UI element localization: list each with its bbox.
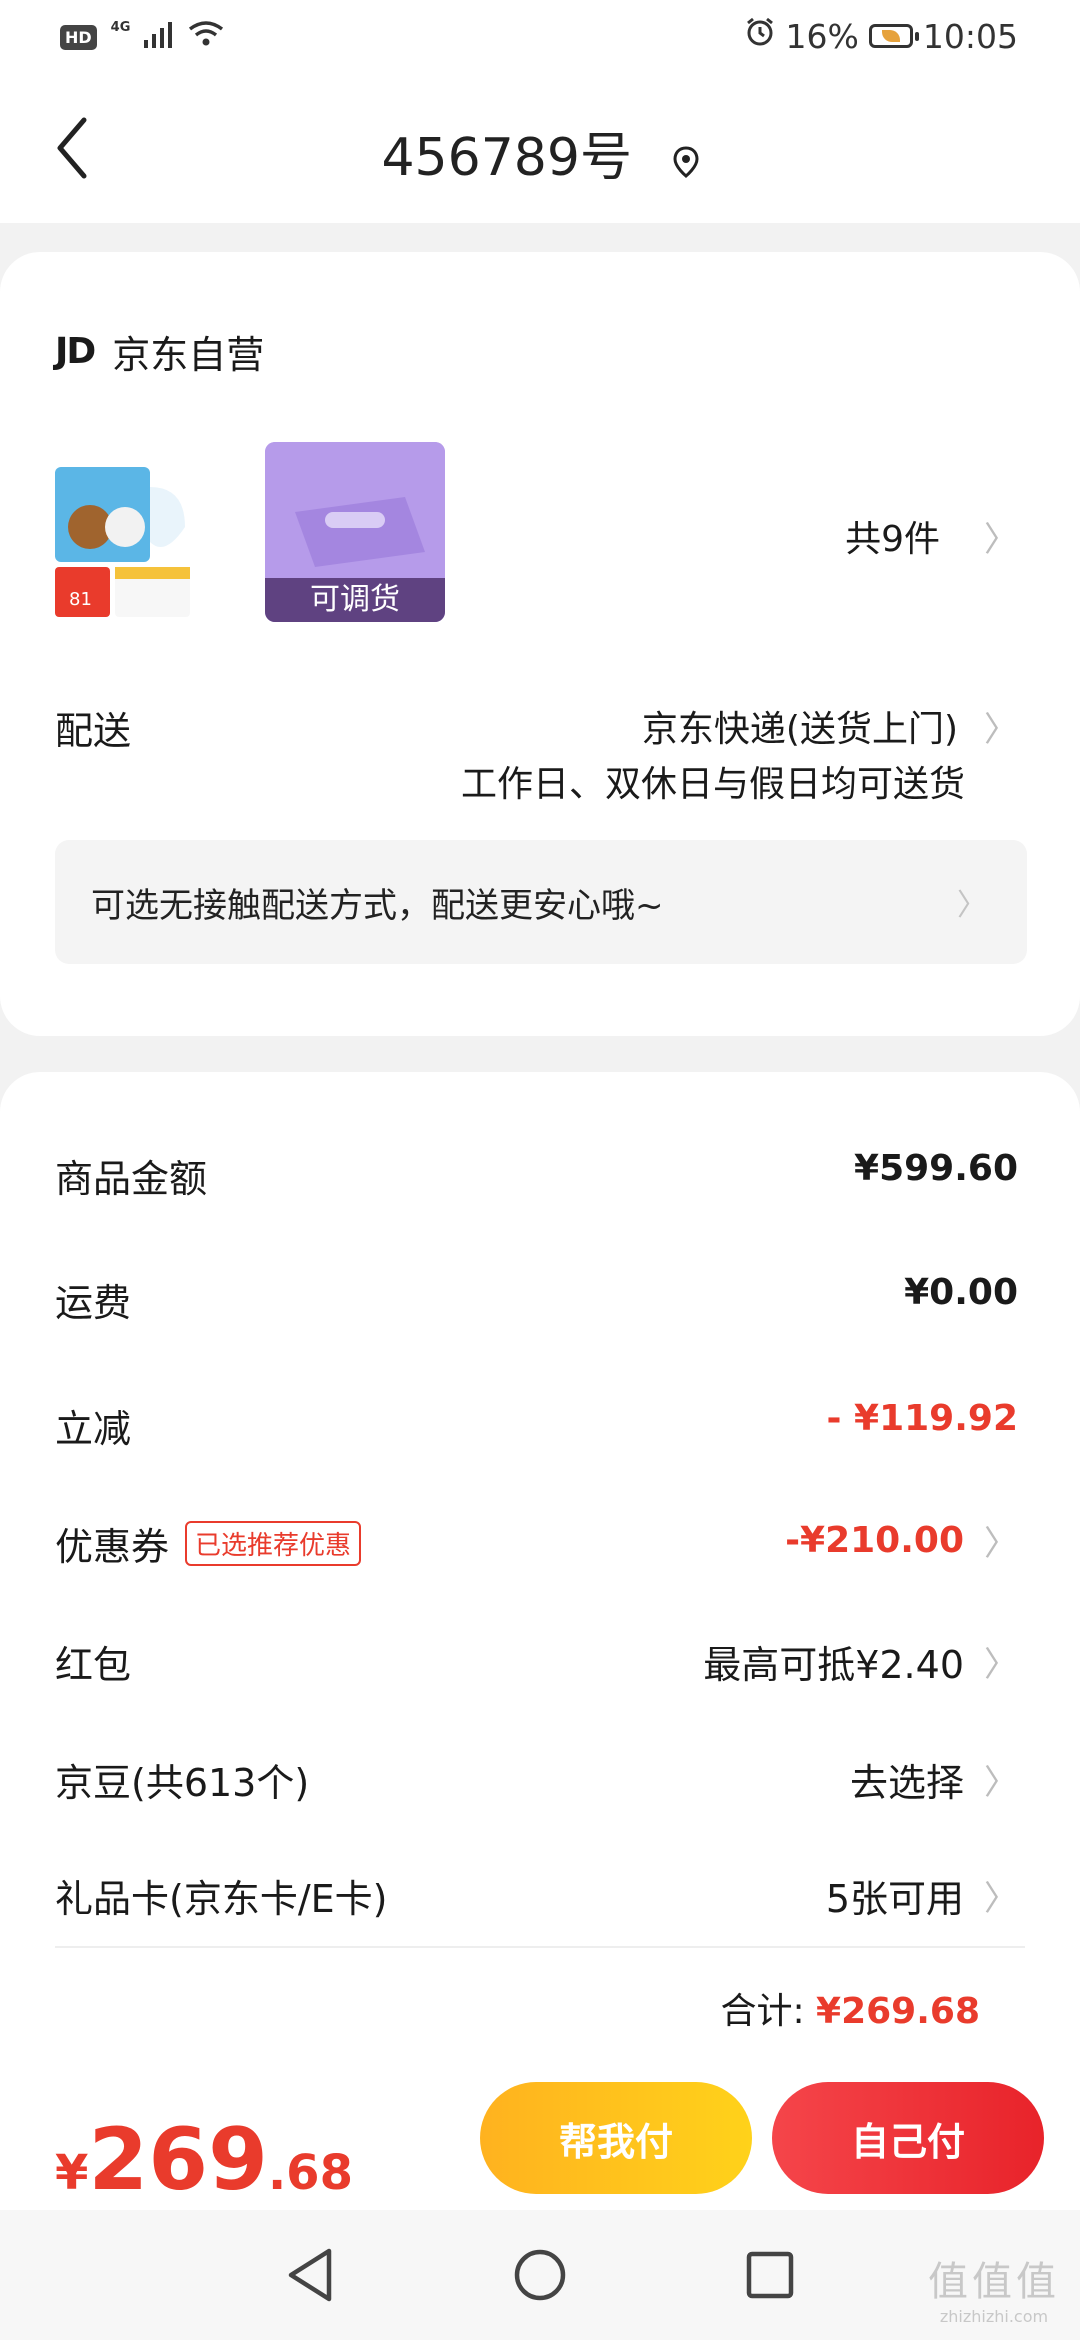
goods-amount-label: 商品金额 xyxy=(55,1157,208,1201)
square-recents-icon xyxy=(746,2251,794,2299)
gift-card-row[interactable]: 礼品卡(京东卡/E卡) 5张可用 〉 xyxy=(55,1868,1018,1928)
delivery-method-selector[interactable]: 京东快递(送货上门) 〉 xyxy=(642,700,1018,752)
chevron-right-icon: 〉 xyxy=(957,888,987,923)
product-thumbnail-diapers[interactable]: 81 xyxy=(55,442,195,622)
red-packet-value: 最高可抵¥2.40 xyxy=(703,1643,964,1687)
subtotal-row: 合计: ¥269.68 xyxy=(720,1982,980,2034)
coupon-value-group: -¥210.00 〉 xyxy=(785,1516,1018,1565)
coupon-row[interactable]: 优惠券 已选推荐优惠 -¥210.00 〉 xyxy=(55,1516,1018,1576)
coupon-recommended-tag: 已选推荐优惠 xyxy=(185,1521,362,1566)
gift-card-value: 5张可用 xyxy=(825,1877,964,1921)
price-decimal: .68 xyxy=(267,2145,353,2201)
gift-card-label: 礼品卡(京东卡/E卡) xyxy=(55,1877,388,1921)
chevron-right-icon: 〉 xyxy=(984,519,1018,560)
triangle-back-icon xyxy=(288,2248,332,2302)
price-integer: 269 xyxy=(88,2110,268,2210)
price-breakdown-card: 商品金额 ¥599.60 运费 ¥0.00 立减 - ¥119.92 优惠券 已… xyxy=(0,1072,1080,2072)
item-count-link[interactable]: 共9件 〉 xyxy=(845,510,1018,562)
coupon-label-group: 优惠券 已选推荐优惠 xyxy=(55,1516,362,1571)
alarm-icon xyxy=(744,16,776,56)
self-pay-button[interactable]: 自己付 xyxy=(772,2082,1044,2194)
goods-amount-row: 商品金额 ¥599.60 xyxy=(55,1148,1018,1208)
red-packet-row[interactable]: 红包 最高可抵¥2.40 〉 xyxy=(55,1634,1018,1694)
delivery-label: 配送 xyxy=(55,709,132,753)
nav-back-button[interactable] xyxy=(275,2240,345,2310)
red-packet-label: 红包 xyxy=(55,1643,132,1687)
subtotal-value: ¥269.68 xyxy=(816,1991,980,2032)
battery-icon xyxy=(868,24,919,48)
circle-home-icon xyxy=(514,2249,566,2301)
wifi-icon xyxy=(188,18,224,56)
coupon-label: 优惠券 xyxy=(55,1525,170,1569)
signal-icon xyxy=(144,18,174,56)
delivery-method: 京东快递(送货上门) xyxy=(641,709,958,750)
product-thumbnail-wipes[interactable]: 可调货 xyxy=(265,442,445,622)
clock: 10:05 xyxy=(922,16,1018,56)
shop-header: JD 京东自营 xyxy=(55,324,264,379)
status-right: 16% 10:05 xyxy=(744,16,1018,56)
page-title: 456789号 xyxy=(0,115,1080,191)
delivery-note: 工作日、双休日与假日均可送货 xyxy=(460,764,965,805)
contactless-text: 可选无接触配送方式，配送更安心哦~ xyxy=(91,886,664,926)
watermark: 值值值 zhizhizhi.com xyxy=(928,2249,1060,2326)
svg-text:81: 81 xyxy=(69,589,92,610)
instant-discount-row: 立减 - ¥119.92 xyxy=(55,1398,1018,1458)
order-card: JD 京东自营 81 可调货 共9件 〉 配送 京东快递(送货上门) 〉 工作日 xyxy=(0,252,1080,1036)
hd-badge: HD xyxy=(60,24,97,50)
divider xyxy=(55,1946,1025,1948)
jingdou-value-group: 去选择 〉 xyxy=(850,1752,1018,1807)
chevron-right-icon: 〉 xyxy=(984,1763,1018,1803)
nav-recents-button[interactable] xyxy=(735,2240,805,2310)
jingdou-value: 去选择 xyxy=(849,1761,964,1805)
address-title: 456789号 xyxy=(381,128,632,188)
gift-card-value-group: 5张可用 〉 xyxy=(826,1868,1018,1923)
watermark-sub: zhizhizhi.com xyxy=(939,2307,1049,2326)
instant-discount-label: 立减 xyxy=(55,1407,132,1451)
help-pay-button[interactable]: 帮我付 xyxy=(480,2082,752,2194)
shipping-row: 运费 ¥0.00 xyxy=(55,1272,1018,1332)
network-type: 4G xyxy=(110,19,131,35)
chevron-right-icon: 〉 xyxy=(984,1879,1018,1919)
shipping-value: ¥0.00 xyxy=(904,1272,1018,1313)
shipping-label: 运费 xyxy=(55,1281,132,1325)
jingdou-row[interactable]: 京豆(共613个) 去选择 〉 xyxy=(55,1752,1018,1812)
instant-discount-value: - ¥119.92 xyxy=(826,1398,1018,1439)
location-pin-icon[interactable] xyxy=(673,131,699,191)
chevron-right-icon: 〉 xyxy=(984,1645,1018,1685)
subtotal-label: 合计: xyxy=(720,1991,805,2032)
header: 456789号 xyxy=(0,75,1080,223)
checkout-bar: ¥269.68 帮我付 自己付 xyxy=(0,2070,1080,2230)
chevron-right-icon: 〉 xyxy=(984,1524,1018,1564)
adjustable-label: 可调货 xyxy=(265,578,445,622)
goods-amount-value: ¥599.60 xyxy=(854,1148,1018,1189)
battery-percent: 16% xyxy=(785,16,859,56)
nav-home-button[interactable] xyxy=(505,2240,575,2310)
system-navigation-bar: 值值值 zhizhizhi.com xyxy=(0,2210,1080,2340)
watermark-main: 值值值 xyxy=(928,2259,1060,2305)
jingdou-label: 京豆(共613个) xyxy=(55,1761,310,1805)
red-packet-value-group: 最高可抵¥2.40 〉 xyxy=(703,1634,1018,1689)
contactless-delivery-option[interactable]: 可选无接触配送方式，配送更安心哦~ 〉 xyxy=(55,840,1027,964)
total-price: ¥269.68 xyxy=(55,2110,353,2210)
status-left: HD 4G xyxy=(60,18,224,56)
price-currency: ¥ xyxy=(55,2145,89,2201)
jd-logo: JD xyxy=(55,331,96,372)
coupon-value: -¥210.00 xyxy=(785,1520,964,1561)
shop-name: 京东自营 xyxy=(112,333,265,377)
chevron-right-icon: 〉 xyxy=(984,709,1018,750)
status-bar: HD 4G 16% 10:05 xyxy=(0,0,1080,75)
item-count: 共9件 xyxy=(845,519,940,560)
